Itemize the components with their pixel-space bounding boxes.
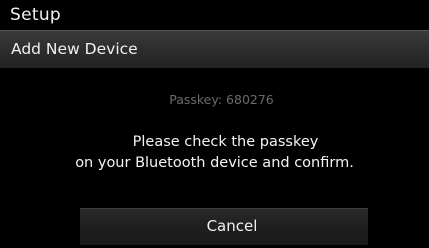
- screen-title: Setup: [10, 5, 61, 25]
- confirm-message-line1: Please check the passkey: [132, 134, 319, 150]
- cancel-button-label: Cancel: [206, 217, 258, 235]
- passkey-dialog: Passkey: 680276 Please check the passkey…: [0, 68, 429, 248]
- confirm-message-line2: on your Bluetooth device and confirm.: [75, 155, 354, 171]
- title-bar: Setup: [0, 0, 429, 30]
- confirm-message: Please check the passkey on your Bluetoo…: [0, 132, 429, 174]
- passkey-label: Passkey: 680276: [169, 92, 274, 107]
- head-unit-screen: Setup Add New Device Passkey: 680276 Ple…: [0, 0, 429, 248]
- page-title: Add New Device: [11, 40, 138, 58]
- header-bar: Add New Device: [0, 30, 429, 68]
- cancel-button[interactable]: Cancel: [80, 208, 368, 245]
